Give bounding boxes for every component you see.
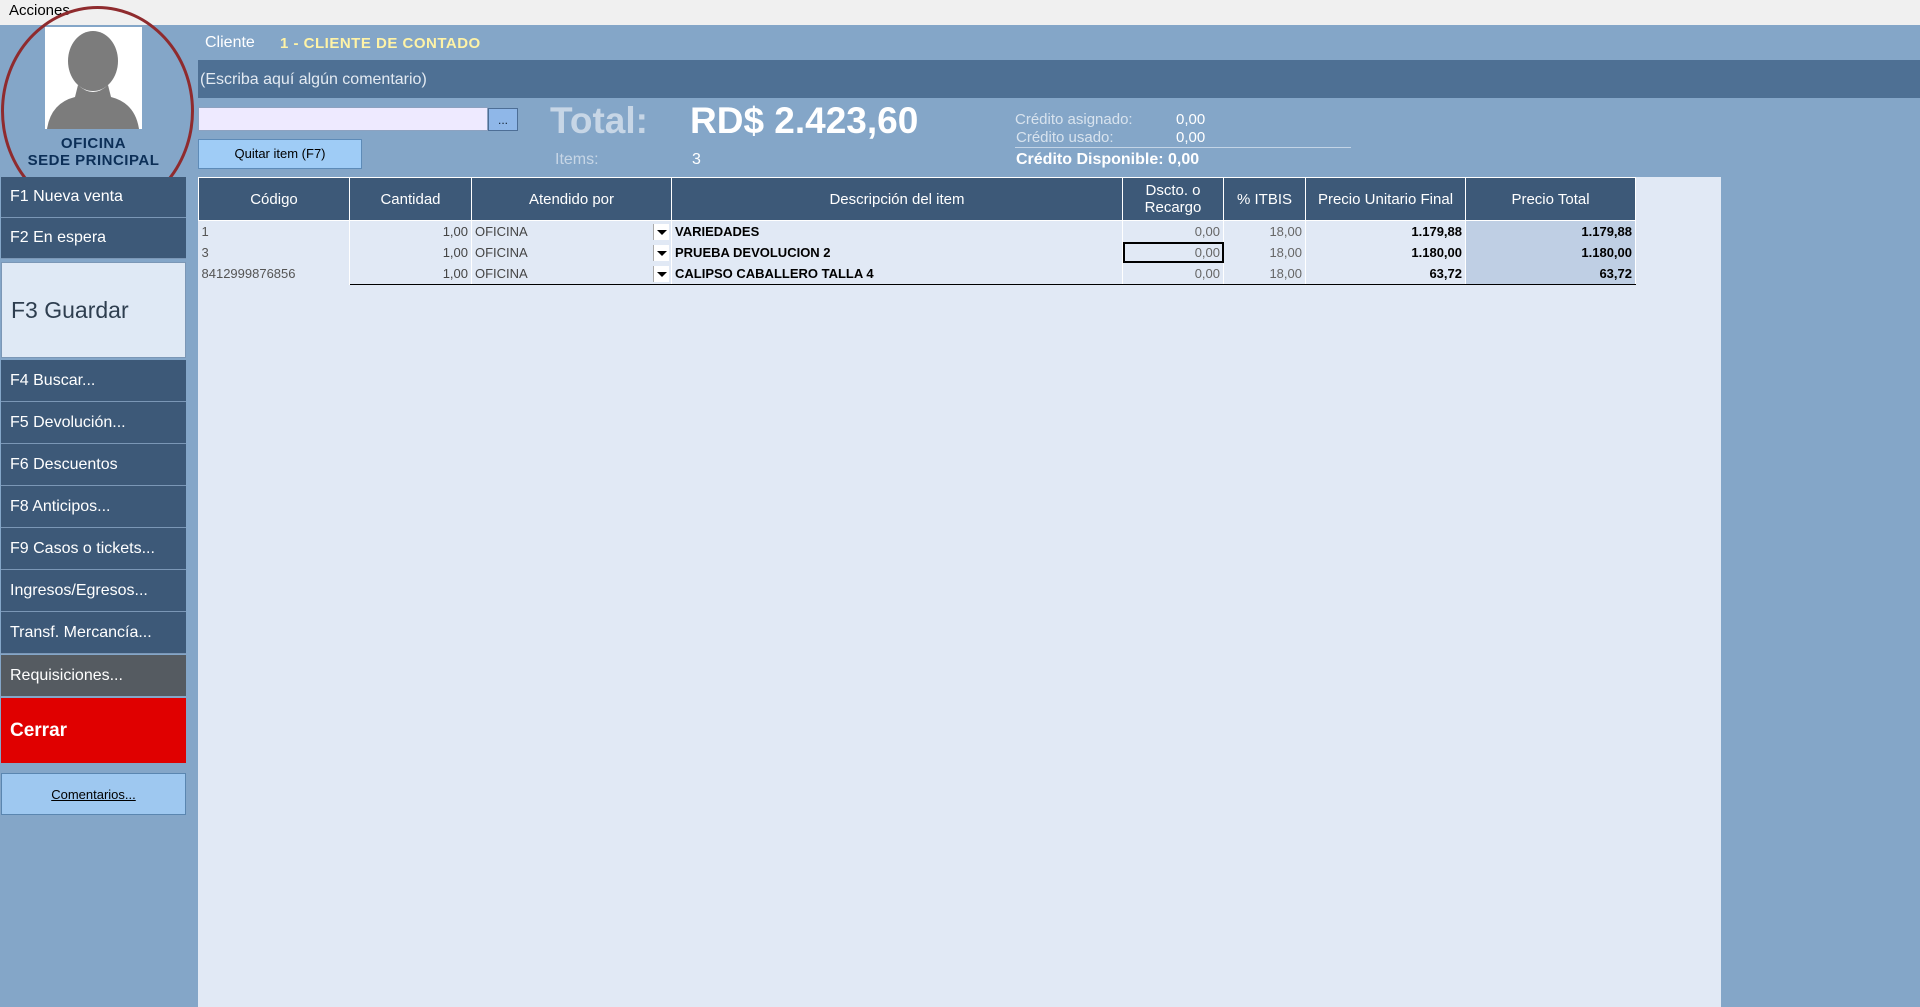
profile-office: OFICINA [60, 135, 127, 152]
table-row[interactable]: 8412999876856 1,00 OFICINA CALIPSO CABAL… [198, 263, 1636, 285]
save-button[interactable]: F3 Guardar [1, 262, 186, 358]
cell-total[interactable]: 63,72 [1465, 263, 1636, 285]
cell-total[interactable]: 1.180,00 [1465, 242, 1636, 263]
discounts-button[interactable]: F6 Descuentos [1, 444, 186, 486]
header-dscto-line1: Dscto. o [1145, 182, 1201, 199]
menu-bar: Acciones [0, 0, 1920, 25]
cell-atendido[interactable]: OFICINA [471, 220, 672, 242]
cell-cantidad[interactable]: 1,00 [349, 242, 472, 263]
cell-itbis[interactable]: 18,00 [1223, 263, 1306, 285]
credit-available-line: Crédito Disponible: 0,00 [1016, 151, 1199, 169]
remove-item-button[interactable]: Quitar item (F7) [198, 139, 362, 169]
comment-placeholder: (Escriba aquí algún comentario) [200, 71, 427, 88]
cell-dscto[interactable]: 0,00 [1122, 220, 1224, 242]
cell-total[interactable]: 1.179,88 [1465, 220, 1636, 242]
credit-available-value: 0,00 [1168, 151, 1200, 168]
cell-atendido-value: OFICINA [475, 245, 528, 260]
user-avatar-icon [45, 27, 142, 129]
cell-atendido-value: OFICINA [475, 266, 528, 281]
close-button[interactable]: Cerrar [1, 698, 186, 763]
header-codigo[interactable]: Código [198, 177, 350, 221]
dropdown-arrow-icon[interactable] [653, 224, 669, 240]
on-hold-button[interactable]: F2 En espera [1, 218, 186, 259]
header-total[interactable]: Precio Total [1465, 177, 1636, 221]
table-row[interactable]: 3 1,00 OFICINA PRUEBA DEVOLUCION 2 0,00 … [198, 242, 1636, 263]
client-label: Cliente [205, 34, 255, 51]
items-label: Items: [555, 151, 599, 168]
dropdown-arrow-icon[interactable] [653, 266, 669, 282]
header-dscto[interactable]: Dscto. o Recargo [1122, 177, 1224, 221]
cell-dscto-selected[interactable]: 0,00 [1122, 242, 1224, 263]
credit-assigned-label: Crédito asignado: [1015, 111, 1133, 128]
header-descripcion[interactable]: Descripción del item [671, 177, 1123, 221]
table-row[interactable]: 1 1,00 OFICINA VARIEDADES 0,00 18,00 1.1… [198, 220, 1636, 242]
items-table: Código Cantidad Atendido por Descripción… [198, 177, 1636, 285]
income-expense-button[interactable]: Ingresos/Egresos... [1, 570, 186, 612]
cell-descripcion[interactable]: CALIPSO CABALLERO TALLA 4 [671, 263, 1123, 285]
cell-unitario[interactable]: 1.179,88 [1305, 220, 1466, 242]
comment-field[interactable]: (Escriba aquí algún comentario) [198, 60, 1920, 98]
credit-available-label: Crédito Disponible: [1016, 151, 1164, 168]
client-bar: Cliente 1 - CLIENTE DE CONTADO [198, 25, 1920, 60]
cell-codigo[interactable]: 8412999876856 [198, 263, 350, 285]
cell-itbis[interactable]: 18,00 [1223, 242, 1306, 263]
items-value: 3 [692, 151, 701, 168]
tickets-button[interactable]: F9 Casos o tickets... [1, 528, 186, 570]
total-value: RD$ 2.423,60 [690, 100, 919, 141]
header-cantidad[interactable]: Cantidad [349, 177, 472, 221]
header-unitario[interactable]: Precio Unitario Final [1305, 177, 1466, 221]
cell-atendido[interactable]: OFICINA [471, 242, 672, 263]
requisitions-button[interactable]: Requisiciones... [1, 655, 186, 696]
cell-unitario[interactable]: 63,72 [1305, 263, 1466, 285]
transfer-button[interactable]: Transf. Mercancía... [1, 612, 186, 654]
cell-atendido[interactable]: OFICINA [471, 263, 672, 285]
credit-divider [1015, 147, 1351, 148]
credit-used-label: Crédito usado: [1016, 129, 1114, 146]
cell-atendido-value: OFICINA [475, 224, 528, 239]
table-header-row: Código Cantidad Atendido por Descripción… [198, 177, 1636, 221]
credit-used-value: 0,00 [1176, 129, 1206, 146]
cell-descripcion[interactable]: PRUEBA DEVOLUCION 2 [671, 242, 1123, 263]
cell-dscto[interactable]: 0,00 [1122, 263, 1224, 285]
header-atendido[interactable]: Atendido por [471, 177, 672, 221]
advances-button[interactable]: F8 Anticipos... [1, 486, 186, 528]
cell-descripcion[interactable]: VARIEDADES [671, 220, 1123, 242]
search-button[interactable]: F4 Buscar... [1, 360, 186, 402]
new-sale-button[interactable]: F1 Nueva venta [1, 177, 186, 218]
cell-cantidad[interactable]: 1,00 [349, 263, 472, 285]
header-itbis[interactable]: % ITBIS [1223, 177, 1306, 221]
client-value[interactable]: 1 - CLIENTE DE CONTADO [280, 35, 481, 52]
cell-itbis[interactable]: 18,00 [1223, 220, 1306, 242]
profile-branch: SEDE PRINCIPAL [27, 152, 160, 169]
total-label: Total: [550, 100, 648, 141]
items-grid-area [198, 177, 1721, 1007]
browse-button[interactable]: ... [488, 108, 518, 131]
return-button[interactable]: F5 Devolución... [1, 402, 186, 444]
dropdown-arrow-icon[interactable] [653, 245, 669, 261]
cell-codigo[interactable]: 3 [198, 242, 350, 263]
cell-unitario[interactable]: 1.180,00 [1305, 242, 1466, 263]
comments-button[interactable]: Comentarios... [1, 773, 186, 815]
menu-acciones[interactable]: Acciones [9, 2, 70, 19]
header-dscto-line2: Recargo [1144, 199, 1202, 216]
credit-assigned-value: 0,00 [1176, 111, 1206, 128]
cell-cantidad[interactable]: 1,00 [349, 220, 472, 242]
cell-codigo[interactable]: 1 [198, 220, 350, 242]
product-search-input[interactable] [198, 107, 488, 131]
profile-panel: OFICINA SEDE PRINCIPAL [0, 25, 198, 177]
